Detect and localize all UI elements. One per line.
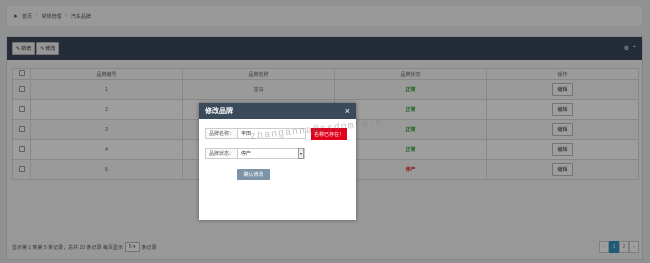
select-arrow-icon: ▾	[298, 148, 305, 159]
close-icon[interactable]: ×	[345, 106, 350, 116]
edit-brand-modal: 修改品牌 × 品牌名称： 丰田 名称已存在！ 品牌状态： 停产 ▾ 确认修改	[199, 103, 356, 220]
brand-status-field: 品牌状态： 停产 ▾	[205, 148, 306, 159]
brand-name-input[interactable]: 丰田	[238, 128, 307, 139]
modal-header: 修改品牌 ×	[199, 103, 356, 119]
brand-status-select[interactable]: 停产 ▾	[238, 148, 306, 159]
brand-name-label: 品牌名称：	[205, 128, 239, 139]
brand-name-field: 品牌名称： 丰田	[205, 128, 307, 139]
brand-status-label: 品牌状态：	[205, 148, 239, 159]
error-tooltip: 名称已存在！	[311, 128, 347, 140]
confirm-edit-button[interactable]: 确认修改	[237, 169, 270, 180]
brand-status-value: 停产	[241, 151, 252, 157]
modal-title: 修改品牌	[205, 108, 233, 115]
